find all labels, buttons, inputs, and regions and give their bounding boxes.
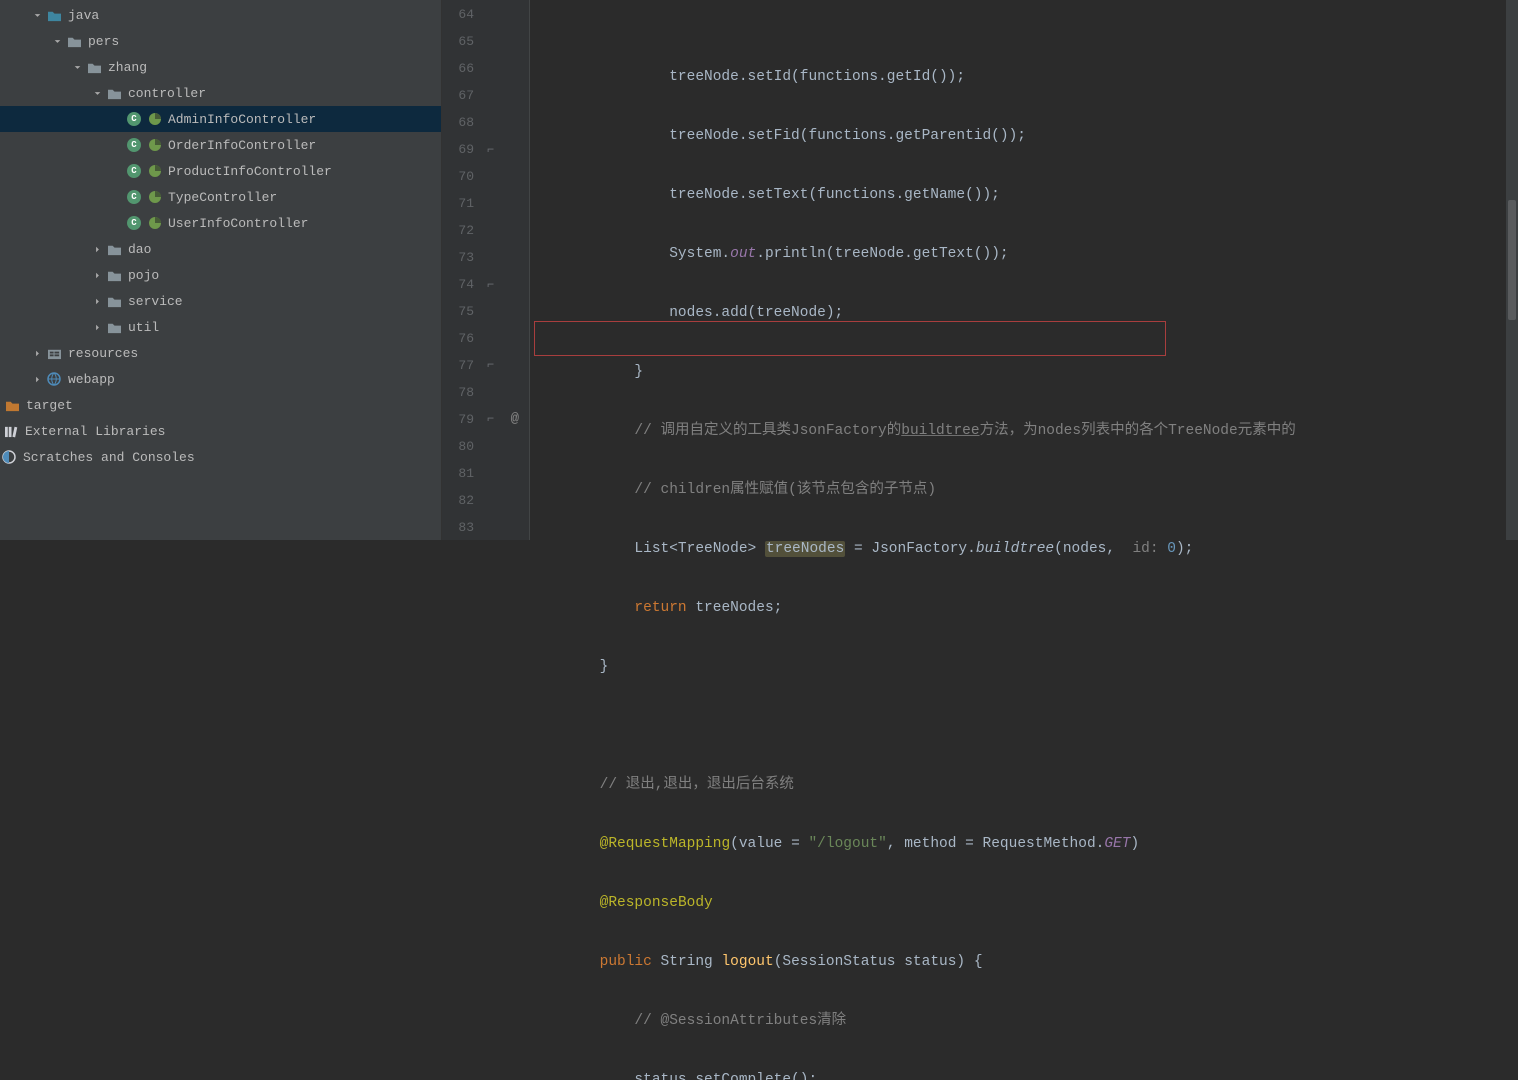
code-line: // 调用自定义的工具类JsonFactory的buildtree方法，为nod… [530, 418, 1506, 445]
tree-folder-java[interactable]: java [0, 2, 441, 28]
folder-icon [106, 319, 122, 335]
pie-icon [148, 190, 162, 204]
code-line: treeNode.setText(functions.getName()); [530, 182, 1506, 209]
chevron-down-icon [92, 88, 102, 98]
tree-folder-resources[interactable]: resources [0, 340, 441, 366]
scroll-thumb[interactable] [1508, 200, 1516, 320]
tree-file-admin[interactable]: C AdminInfoController [0, 106, 441, 132]
fold-end-icon[interactable]: ⌐ [487, 143, 497, 153]
class-icon: C [126, 189, 142, 205]
tree-external-libraries[interactable]: External Libraries [0, 418, 441, 444]
folder-icon [106, 85, 122, 101]
code-line: public String logout(SessionStatus statu… [530, 949, 1506, 976]
scrollbar-vertical[interactable] [1506, 0, 1518, 540]
code-line: // 退出,退出，退出后台系统 [530, 772, 1506, 799]
tree-file-user[interactable]: C UserInfoController [0, 210, 441, 236]
code-line: status.setComplete(); [530, 1067, 1506, 1080]
code-line: treeNode.setId(functions.getId()); [530, 64, 1506, 91]
class-icon: C [126, 163, 142, 179]
folder-icon [106, 267, 122, 283]
pie-icon [148, 112, 162, 126]
chevron-right-icon [92, 270, 102, 280]
tree-scratches[interactable]: Scratches and Consoles [0, 444, 441, 470]
code-line: return treeNodes; [530, 595, 1506, 622]
pie-icon [148, 216, 162, 230]
editor-pane[interactable]: 64 65 66 67 68 69 70 71 72 73 74 75 76 7… [442, 0, 1518, 540]
scratches-icon [1, 449, 17, 465]
project-tree-sidebar[interactable]: java pers zhang controller C AdminInfoCo… [0, 0, 442, 540]
tree-file-type[interactable]: C TypeController [0, 184, 441, 210]
code-line: System.out.println(treeNode.getText()); [530, 241, 1506, 268]
gutter-at-icon[interactable]: @ [511, 411, 519, 427]
tree-folder-target[interactable]: target [0, 392, 441, 418]
pie-icon [148, 164, 162, 178]
code-line [530, 713, 1506, 740]
code-line: @ResponseBody [530, 890, 1506, 917]
fold-column[interactable]: ⌐ ⌐ ⌐ @ ⌐ [480, 0, 530, 540]
pie-icon [148, 138, 162, 152]
tree-folder-util[interactable]: util [0, 314, 441, 340]
tree-folder-pojo[interactable]: pojo [0, 262, 441, 288]
chevron-down-icon [32, 10, 42, 20]
code-line: } [530, 359, 1506, 386]
resources-icon [46, 345, 62, 361]
code-line: // @SessionAttributes清除 [530, 1008, 1506, 1035]
code-line: @RequestMapping(value = "/logout", metho… [530, 831, 1506, 858]
libraries-icon [3, 423, 19, 439]
class-icon: C [126, 137, 142, 153]
tree-folder-zhang[interactable]: zhang [0, 54, 441, 80]
tree-folder-webapp[interactable]: webapp [0, 366, 441, 392]
code-line: } [530, 654, 1506, 681]
tree-folder-pers[interactable]: pers [0, 28, 441, 54]
code-line: // children属性赋值(该节点包含的子节点) [530, 477, 1506, 504]
folder-icon [86, 59, 102, 75]
chevron-down-icon [52, 36, 62, 46]
tree-folder-controller[interactable]: controller [0, 80, 441, 106]
chevron-right-icon [92, 322, 102, 332]
folder-icon [106, 293, 122, 309]
tree-file-order[interactable]: C OrderInfoController [0, 132, 441, 158]
fold-start-icon[interactable]: ⌐ [487, 412, 497, 422]
folder-icon [66, 33, 82, 49]
code-area[interactable]: treeNode.setId(functions.getId()); treeN… [530, 0, 1506, 540]
folder-icon [106, 241, 122, 257]
chevron-right-icon [32, 348, 42, 358]
folder-icon [4, 397, 20, 413]
code-line: nodes.add(treeNode); [530, 300, 1506, 327]
line-gutter: 64 65 66 67 68 69 70 71 72 73 74 75 76 7… [442, 0, 480, 540]
class-icon: C [126, 111, 142, 127]
libraries-icon [0, 423, 1, 439]
tree-folder-service[interactable]: service [0, 288, 441, 314]
code-line: List<TreeNode> treeNodes = JsonFactory.b… [530, 536, 1506, 563]
class-icon: C [126, 215, 142, 231]
fold-end-icon[interactable]: ⌐ [487, 358, 497, 368]
fold-end-icon[interactable]: ⌐ [487, 278, 497, 288]
tree-folder-dao[interactable]: dao [0, 236, 441, 262]
folder-icon [46, 7, 62, 23]
tree-file-product[interactable]: C ProductInfoController [0, 158, 441, 184]
chevron-right-icon [92, 244, 102, 254]
webapp-icon [46, 371, 62, 387]
chevron-down-icon [72, 62, 82, 72]
code-line: treeNode.setFid(functions.getParentid())… [530, 123, 1506, 150]
chevron-right-icon [92, 296, 102, 306]
chevron-right-icon [32, 374, 42, 384]
